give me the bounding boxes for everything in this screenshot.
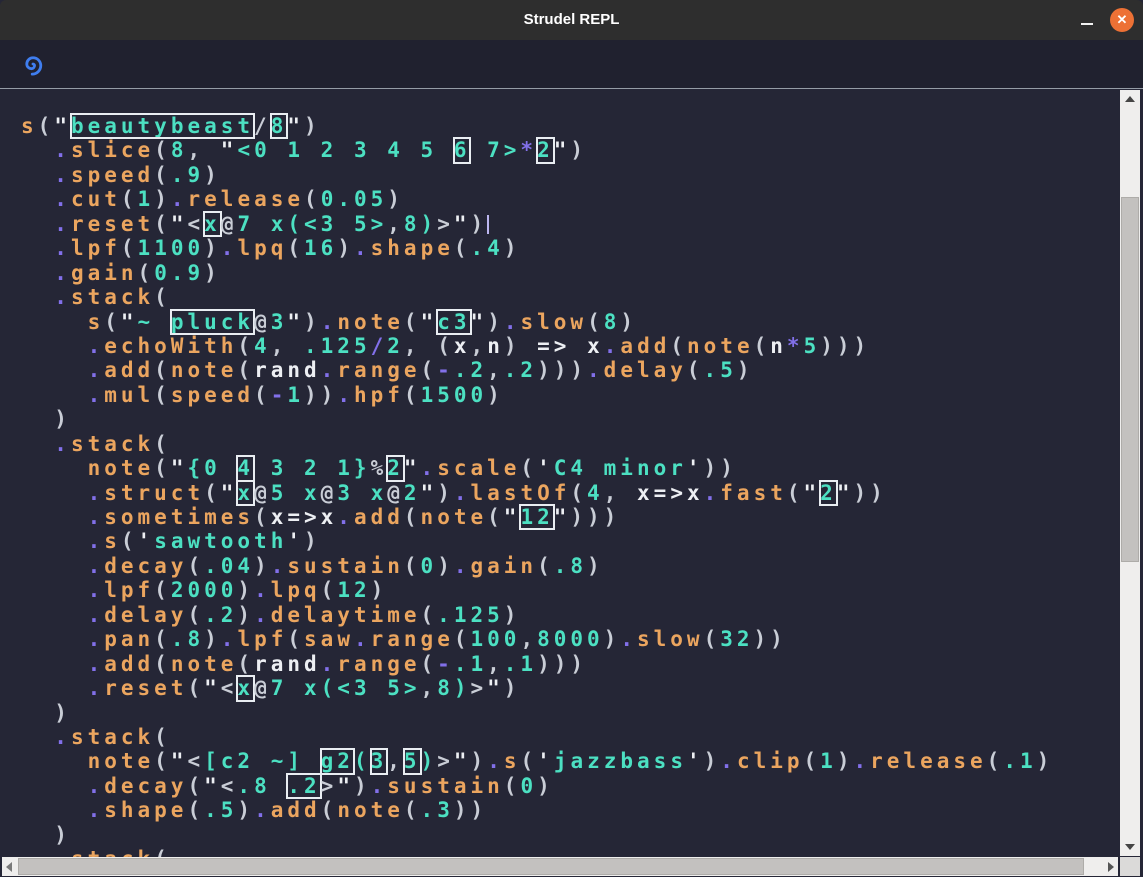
code-line[interactable]: .decay(.04).sustain(0).gain(.8) [21,554,1119,578]
horizontal-scrollbar[interactable] [2,857,1118,876]
code-line[interactable]: .echoWith(4, .125/2, (x,n) => x.add(note… [21,334,1119,358]
active-event-highlight: 8 [271,114,288,138]
titlebar[interactable]: Strudel REPL ✕ [0,0,1143,41]
editor-panel: s("beautybeast/8") .slice(8, "<0 1 2 3 4… [0,88,1143,877]
active-event-highlight: 2 [537,138,554,162]
code-line[interactable]: ) [21,407,1119,431]
code-line[interactable]: .stack( [21,847,1119,857]
active-event-highlight: 4 [237,456,254,480]
scroll-up-icon[interactable] [1125,96,1135,102]
code-line[interactable]: note("<[c2 ~] g2(3,5)>").s('jazzbass').c… [21,749,1119,773]
code-line[interactable]: .slice(8, "<0 1 2 3 4 5 6 7>*2") [21,138,1119,162]
code-line[interactable]: .gain(0.9) [21,261,1119,285]
code-line[interactable]: .lpf(1100).lpq(16).shape(.4) [21,236,1119,260]
active-event-highlight: g2 [321,749,354,773]
active-event-highlight: x [204,212,221,236]
active-event-highlight: 3 [371,749,388,773]
active-event-highlight: 2 [820,481,837,505]
code-line[interactable]: .stack( [21,725,1119,749]
code-line[interactable]: .add(note(rand.range(-.2,.2))).delay(.5) [21,358,1119,382]
active-event-highlight: c3 [437,310,470,334]
code-line[interactable]: .pan(.8).lpf(saw.range(100,8000).slow(32… [21,627,1119,651]
code-line[interactable]: ) [21,823,1119,847]
code-line[interactable]: ) [21,701,1119,725]
code-line[interactable]: .lpf(2000).lpq(12) [21,578,1119,602]
scroll-right-icon[interactable] [1108,862,1114,872]
active-event-highlight: x [237,676,254,700]
code-line[interactable]: .shape(.5).add(note(.3)) [21,798,1119,822]
scrollbar-corner [1120,857,1140,876]
code-line[interactable]: .reset("<x@7 x(<3 5>,8)>") [21,212,1119,236]
code-line[interactable]: .decay("<.8 .2>").sustain(0) [21,774,1119,798]
code-editor[interactable]: s("beautybeast/8") .slice(8, "<0 1 2 3 4… [0,89,1119,857]
code-line[interactable]: .speed(.9) [21,163,1119,187]
active-event-highlight: pluck [171,310,254,334]
vertical-scroll-thumb[interactable] [1121,197,1139,562]
code-line[interactable]: .add(note(rand.range(-.1,.1))) [21,652,1119,676]
code-line[interactable]: .s('sawtooth') [21,529,1119,553]
code-line[interactable]: .struct("x@5 x@3 x@2").lastOf(4, x=>x.fa… [21,481,1119,505]
active-event-highlight: .2 [287,774,320,798]
close-icon: ✕ [1117,12,1128,27]
code-line[interactable]: .stack( [21,285,1119,309]
horizontal-scroll-thumb[interactable] [18,858,1084,875]
active-event-highlight: 6 [454,138,471,162]
code-lines: s("beautybeast/8") .slice(8, "<0 1 2 3 4… [21,114,1119,857]
strudel-repl-window: Strudel REPL ✕ s("beautybeast/8") .slice… [0,0,1143,877]
active-event-highlight: x [237,481,254,505]
code-line[interactable]: .cut(1).release(0.05) [21,187,1119,211]
active-event-highlight: 12 [520,505,553,529]
code-line[interactable]: note("{0 4 3 2 1}%2".scale('C4 minor')) [21,456,1119,480]
vertical-scrollbar[interactable] [1120,90,1140,856]
code-line[interactable]: .delay(.2).delaytime(.125) [21,603,1119,627]
code-line[interactable]: s("beautybeast/8") [21,114,1119,138]
active-event-highlight: 5 [404,749,421,773]
minimize-icon [1081,23,1093,25]
code-line[interactable]: .mul(speed(-1)).hpf(1500) [21,383,1119,407]
scroll-left-icon[interactable] [6,862,12,872]
active-event-highlight: 2 [387,456,404,480]
code-line[interactable]: .stack( [21,432,1119,456]
active-event-highlight: beautybeast [71,114,254,138]
code-line[interactable]: s("~ pluck@3").note("c3").slow(8) [21,310,1119,334]
close-button[interactable]: ✕ [1110,8,1134,32]
text-cursor [487,215,489,234]
code-line[interactable]: .reset("<x@7 x(<3 5>,8)>") [21,676,1119,700]
minimize-button[interactable] [1075,8,1099,32]
strudel-logo-icon[interactable] [19,50,47,78]
window-title: Strudel REPL [0,0,1143,40]
toolbar [0,40,1143,88]
code-line[interactable]: .sometimes(x=>x.add(note("12"))) [21,505,1119,529]
scroll-down-icon[interactable] [1125,844,1135,850]
